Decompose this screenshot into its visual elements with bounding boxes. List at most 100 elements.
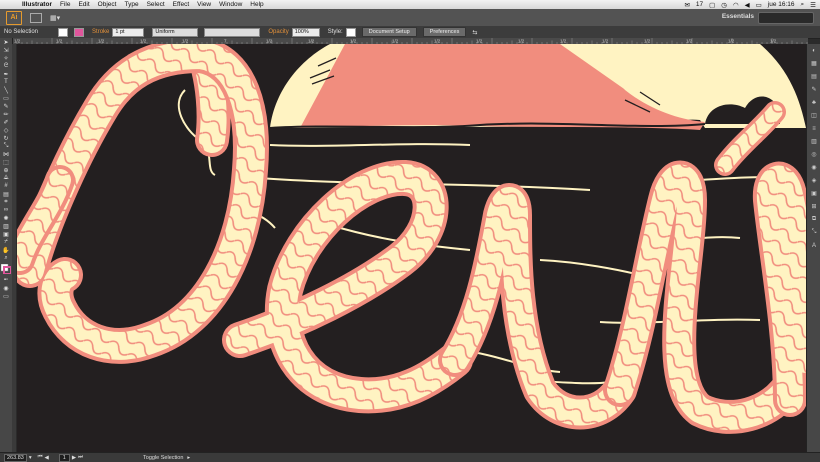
hand-tool-icon[interactable]: ✋ (0, 246, 12, 254)
volume-icon[interactable]: ◀ (745, 1, 750, 9)
menu-view[interactable]: View (197, 1, 211, 8)
appearance-icon[interactable]: ◉ (807, 161, 820, 174)
color-panel-icon[interactable]: ◐ (807, 44, 820, 57)
character-icon[interactable]: A (807, 239, 820, 252)
arrange-icon[interactable]: ⇆ (472, 29, 477, 36)
pen-tool-icon[interactable]: ✒ (0, 70, 12, 78)
fill-stroke-swatch-icon[interactable] (0, 262, 12, 276)
opacity-label[interactable]: Opacity (268, 29, 288, 35)
column-graph-tool-icon[interactable]: ▥ (0, 222, 12, 230)
search-input[interactable] (758, 12, 814, 24)
selection-tool-icon[interactable]: ➤ (0, 38, 12, 46)
arrange-documents-button[interactable]: ▦▾ (50, 14, 60, 22)
graphic-style-swatch[interactable] (345, 27, 356, 37)
app-menu[interactable]: Illustrator (22, 1, 52, 8)
status-count[interactable]: 17 (696, 1, 703, 8)
spotlight-icon[interactable]: ⌕ (801, 1, 805, 9)
pathfinder-icon[interactable]: ⧉ (807, 213, 820, 226)
zoom-tool-icon[interactable]: ⌕ (0, 254, 12, 262)
status-arrow-icon[interactable]: ▸ (187, 455, 190, 461)
last-artboard-icon[interactable]: ⏭ (78, 454, 83, 461)
zoom-field[interactable]: 263.83 (4, 453, 27, 462)
blob-brush-tool-icon[interactable]: ✐ (0, 118, 12, 126)
ruler-label: 1/2 (476, 39, 483, 44)
box-icon[interactable]: ▢ (709, 1, 715, 9)
free-transform-tool-icon[interactable]: ⬚ (0, 158, 12, 166)
prev-artboard-icon[interactable]: ◀ (45, 455, 49, 461)
menu-file[interactable]: File (60, 1, 70, 8)
drawing-mode-icon[interactable]: ◉ (0, 284, 12, 292)
paintbrush-tool-icon[interactable]: ✎ (0, 102, 12, 110)
color-guide-icon[interactable]: ▦ (807, 57, 820, 70)
graphic-styles-icon[interactable]: ◫ (807, 109, 820, 122)
clock[interactable]: jue 16:16 (768, 1, 795, 8)
slice-tool-icon[interactable]: ⌿ (0, 238, 12, 246)
artboard-canvas[interactable] (17, 44, 806, 452)
line-tool-icon[interactable]: ╲ (0, 86, 12, 94)
status-message[interactable]: Toggle Selection (143, 455, 183, 461)
menu-edit[interactable]: Edit (78, 1, 89, 8)
screen-mode-icon[interactable]: ▭ (0, 292, 12, 300)
rectangle-tool-icon[interactable]: ▭ (0, 94, 12, 102)
stroke-panel-icon[interactable]: ≡ (807, 122, 820, 135)
eyedropper-tool-icon[interactable]: ⌗ (0, 198, 12, 206)
bridge-icon[interactable] (30, 12, 42, 23)
menu-help[interactable]: Help (250, 1, 263, 8)
artwork (17, 44, 806, 434)
menu-window[interactable]: Window (219, 1, 242, 8)
brushes-icon[interactable]: ✎ (807, 83, 820, 96)
shape-builder-tool-icon[interactable]: ⊕ (0, 166, 12, 174)
menu-effect[interactable]: Effect (173, 1, 190, 8)
symbols-icon[interactable]: ♣ (807, 96, 820, 109)
opacity-field[interactable]: 100% (291, 27, 320, 37)
perspective-grid-tool-icon[interactable]: ⟁ (0, 174, 12, 182)
preferences-button[interactable]: Preferences (422, 27, 467, 37)
symbol-sprayer-tool-icon[interactable]: ✺ (0, 214, 12, 222)
blend-tool-icon[interactable]: ∞ (0, 206, 12, 214)
scale-tool-icon[interactable]: ⤡ (0, 142, 12, 150)
artboards-icon[interactable]: ▣ (807, 187, 820, 200)
zoom-dropdown-icon[interactable]: ▾ (29, 455, 32, 461)
swatches-icon[interactable]: ▤ (807, 70, 820, 83)
lasso-tool-icon[interactable]: ᘓ (0, 62, 12, 70)
artboard-number[interactable]: 1 (58, 453, 70, 462)
battery-icon[interactable]: ▭ (756, 1, 762, 9)
rotate-tool-icon[interactable]: ↻ (0, 134, 12, 142)
variable-width-profile[interactable]: Uniform (152, 27, 199, 37)
color-mode-icon[interactable]: ▪▫ (0, 276, 12, 284)
menu-select[interactable]: Select (147, 1, 165, 8)
direct-selection-tool-icon[interactable]: ⇲ (0, 46, 12, 54)
layers-icon[interactable]: ◈ (807, 174, 820, 187)
application-bar: Ai ▦▾ Essentials (0, 9, 820, 26)
first-artboard-icon[interactable]: ⏮ (38, 454, 43, 461)
mesh-tool-icon[interactable]: # (0, 182, 12, 190)
transparency-icon[interactable]: ◎ (807, 148, 820, 161)
menu-type[interactable]: Type (124, 1, 138, 8)
artboard-tool-icon[interactable]: ▣ (0, 230, 12, 238)
ruler-label: 1/2 (308, 39, 315, 44)
eraser-tool-icon[interactable]: ◇ (0, 126, 12, 134)
stroke-swatch[interactable] (74, 27, 85, 37)
align-icon[interactable]: ⊞ (807, 200, 820, 213)
fill-swatch[interactable] (58, 27, 69, 37)
mail-icon[interactable]: ✉ (684, 1, 689, 9)
time-machine-icon[interactable]: ◷ (721, 1, 727, 9)
brush-definition[interactable] (204, 27, 261, 37)
type-tool-icon[interactable]: T (0, 78, 12, 86)
ruler-label: 1/2 (770, 39, 777, 44)
magic-wand-tool-icon[interactable]: ✧ (0, 54, 12, 62)
transform-icon[interactable]: ⤡ (807, 226, 820, 239)
menubar-status-area: ✉ 17 ▢ ◷ ◠ ◀ ▭ jue 16:16 ⌕ ☰ (684, 0, 816, 9)
wifi-icon[interactable]: ◠ (733, 1, 739, 9)
stroke-weight-field[interactable]: 1 pt (112, 27, 145, 37)
width-tool-icon[interactable]: ⋈ (0, 150, 12, 158)
workspace-switcher[interactable]: Essentials (722, 13, 754, 20)
gradient-panel-icon[interactable]: ▥ (807, 135, 820, 148)
gradient-tool-icon[interactable]: ▤ (0, 190, 12, 198)
pencil-tool-icon[interactable]: ✏ (0, 110, 12, 118)
notification-center-icon[interactable]: ☰ (810, 1, 816, 9)
document-setup-button[interactable]: Document Setup (361, 27, 417, 37)
stroke-label[interactable]: Stroke (92, 29, 109, 35)
next-artboard-icon[interactable]: ▶ (72, 455, 76, 461)
menu-object[interactable]: Object (98, 1, 117, 8)
